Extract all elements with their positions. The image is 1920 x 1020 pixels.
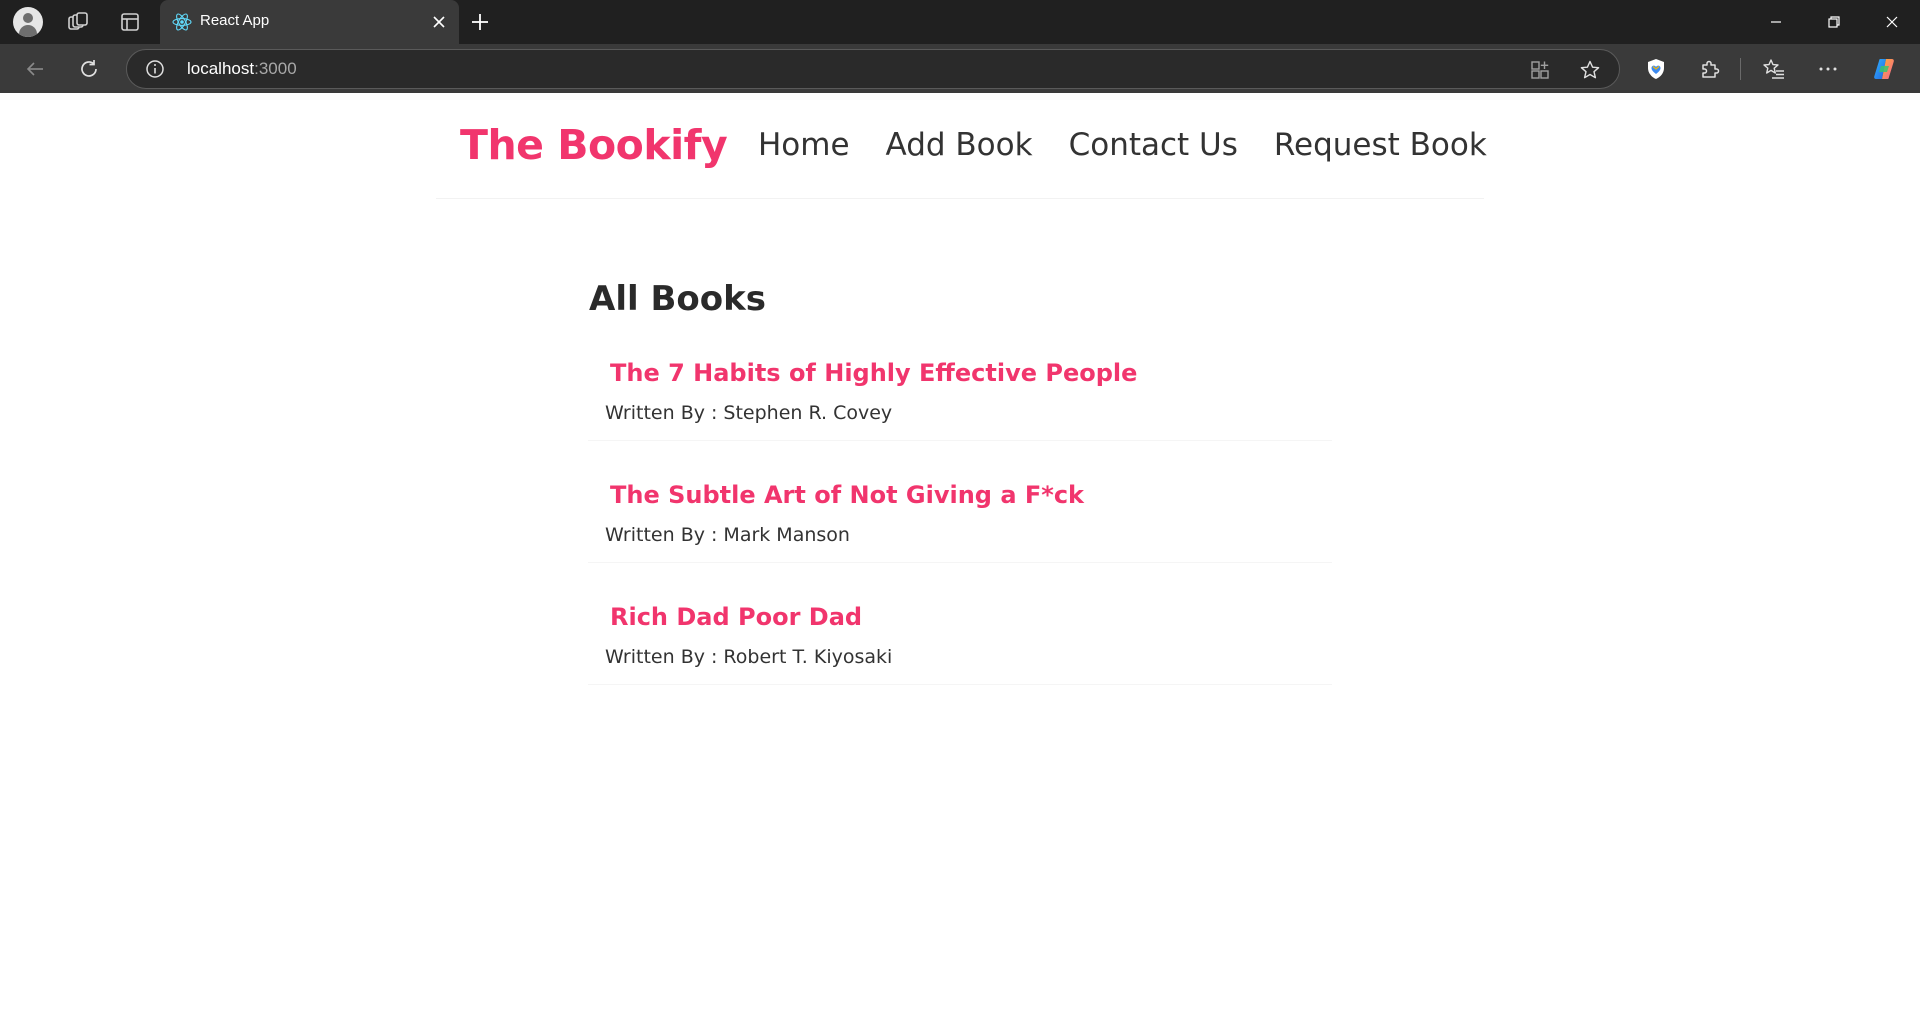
restore-button[interactable] — [1806, 0, 1862, 44]
nav-links: Home Add Book Contact Us Request Book — [758, 127, 1523, 167]
vertical-tabs-icon — [121, 13, 139, 31]
close-icon[interactable] — [429, 12, 449, 32]
home-content: All Books The 7 Habits of Highly Effecti… — [588, 279, 1332, 685]
book-preview[interactable]: The 7 Habits of Highly Effective People … — [588, 359, 1332, 441]
info-icon[interactable] — [145, 59, 165, 79]
plus-icon — [472, 14, 488, 30]
vertical-tabs-button[interactable] — [112, 4, 148, 40]
book-author: Written By : Stephen R. Covey — [605, 402, 892, 424]
tab-title: React App — [200, 12, 270, 29]
navbar: The Bookify Home Add Book Contact Us Req… — [436, 93, 1487, 199]
nav-link-add-book[interactable]: Add Book — [886, 127, 1033, 167]
book-preview[interactable]: The Subtle Art of Not Giving a F*ck Writ… — [588, 481, 1332, 563]
url-port: :3000 — [254, 59, 297, 78]
back-button[interactable] — [16, 50, 54, 88]
minimize-button[interactable] — [1748, 0, 1804, 44]
puzzle-icon[interactable] — [1698, 57, 1722, 81]
web-page: The Bookify Home Add Book Contact Us Req… — [0, 93, 1920, 1020]
address-bar[interactable]: localhost:3000 — [126, 49, 1620, 89]
author-name: Mark Manson — [723, 524, 850, 546]
author-name: Stephen R. Covey — [723, 402, 893, 424]
nav-link-contact-us[interactable]: Contact Us — [1069, 127, 1238, 167]
arrow-left-icon — [26, 62, 43, 76]
workspaces-button[interactable] — [60, 4, 96, 40]
book-title[interactable]: The Subtle Art of Not Giving a F*ck — [610, 481, 1084, 509]
page-title: All Books — [589, 279, 766, 319]
browser-tab[interactable]: React App — [160, 0, 459, 44]
profile-button[interactable] — [10, 4, 46, 40]
book-author: Written By : Robert T. Kiyosaki — [605, 646, 892, 668]
app-grid-icon[interactable] — [1529, 59, 1551, 81]
author-prefix: Written By : — [605, 646, 718, 668]
toolbar-divider — [1740, 58, 1741, 80]
minimize-icon — [1771, 21, 1781, 23]
react-logo-icon — [172, 13, 192, 31]
browser-toolbar: localhost:3000 — [0, 44, 1920, 93]
star-icon[interactable] — [1579, 59, 1601, 81]
profile-icon — [13, 7, 43, 37]
brand-logo: The Bookify — [460, 121, 728, 169]
author-prefix: Written By : — [605, 402, 718, 424]
book-title[interactable]: Rich Dad Poor Dad — [610, 603, 862, 631]
url-host: localhost — [187, 59, 255, 78]
ellipsis-icon[interactable] — [1816, 57, 1840, 81]
nav-link-request-book[interactable]: Request Book — [1274, 127, 1487, 167]
heart-shield-icon[interactable] — [1644, 57, 1668, 81]
nav-link-home[interactable]: Home — [758, 127, 850, 167]
author-name: Robert T. Kiyosaki — [723, 646, 893, 668]
book-title[interactable]: The 7 Habits of Highly Effective People — [610, 359, 1137, 387]
reload-icon — [81, 60, 97, 77]
close-icon — [1886, 16, 1898, 28]
copilot-icon[interactable] — [1872, 57, 1896, 81]
book-preview[interactable]: Rich Dad Poor Dad Written By : Robert T. … — [588, 603, 1332, 685]
window-close-button[interactable] — [1864, 0, 1920, 44]
workspaces-icon — [68, 12, 88, 30]
favorites-list-icon[interactable] — [1762, 57, 1786, 81]
browser-titlebar: React App — [0, 0, 1920, 44]
reload-button[interactable] — [70, 50, 108, 88]
author-prefix: Written By : — [605, 524, 718, 546]
restore-icon — [1828, 16, 1840, 28]
new-tab-button[interactable] — [462, 4, 498, 40]
book-author: Written By : Mark Manson — [605, 524, 850, 546]
url-text[interactable]: localhost:3000 — [187, 59, 297, 79]
